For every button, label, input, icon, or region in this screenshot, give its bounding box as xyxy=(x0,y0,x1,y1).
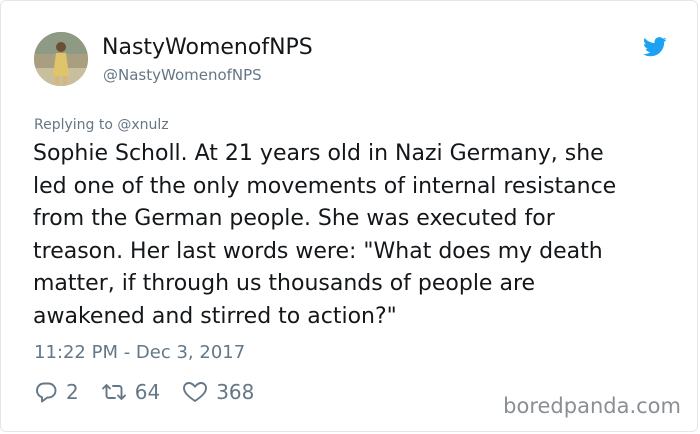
reply-count: 2 xyxy=(66,380,79,404)
tweet-timestamp[interactable]: 11:22 PM - Dec 3, 2017 xyxy=(34,341,245,365)
tweet-card: NastyWomenofNPS @NastyWomenofNPS Replyin… xyxy=(0,0,698,432)
tweet-actions: 2 64 368 xyxy=(34,377,254,407)
reply-button[interactable]: 2 xyxy=(34,380,79,404)
avatar[interactable] xyxy=(34,32,88,86)
display-name[interactable]: NastyWomenofNPS xyxy=(102,34,313,62)
boredpanda-watermark: boredpanda.com xyxy=(503,394,681,418)
twitter-bird-icon[interactable] xyxy=(643,37,667,57)
replying-to: Replying to @xnulz xyxy=(34,116,169,134)
avatar-photo-icon xyxy=(34,32,88,86)
retweet-icon xyxy=(101,384,126,400)
like-button[interactable]: 368 xyxy=(182,380,254,404)
retweet-button[interactable]: 64 xyxy=(101,380,160,404)
heart-icon xyxy=(183,382,208,402)
tweet-text: Sophie Scholl. At 21 years old in Nazi G… xyxy=(33,141,617,329)
retweet-count: 64 xyxy=(134,380,161,404)
reply-prefix: Replying to xyxy=(34,117,118,133)
username-handle[interactable]: @NastyWomenofNPS xyxy=(103,65,262,85)
like-count: 368 xyxy=(216,380,255,404)
reply-mention-link[interactable]: @xnulz xyxy=(117,117,168,133)
reply-icon xyxy=(36,382,57,403)
